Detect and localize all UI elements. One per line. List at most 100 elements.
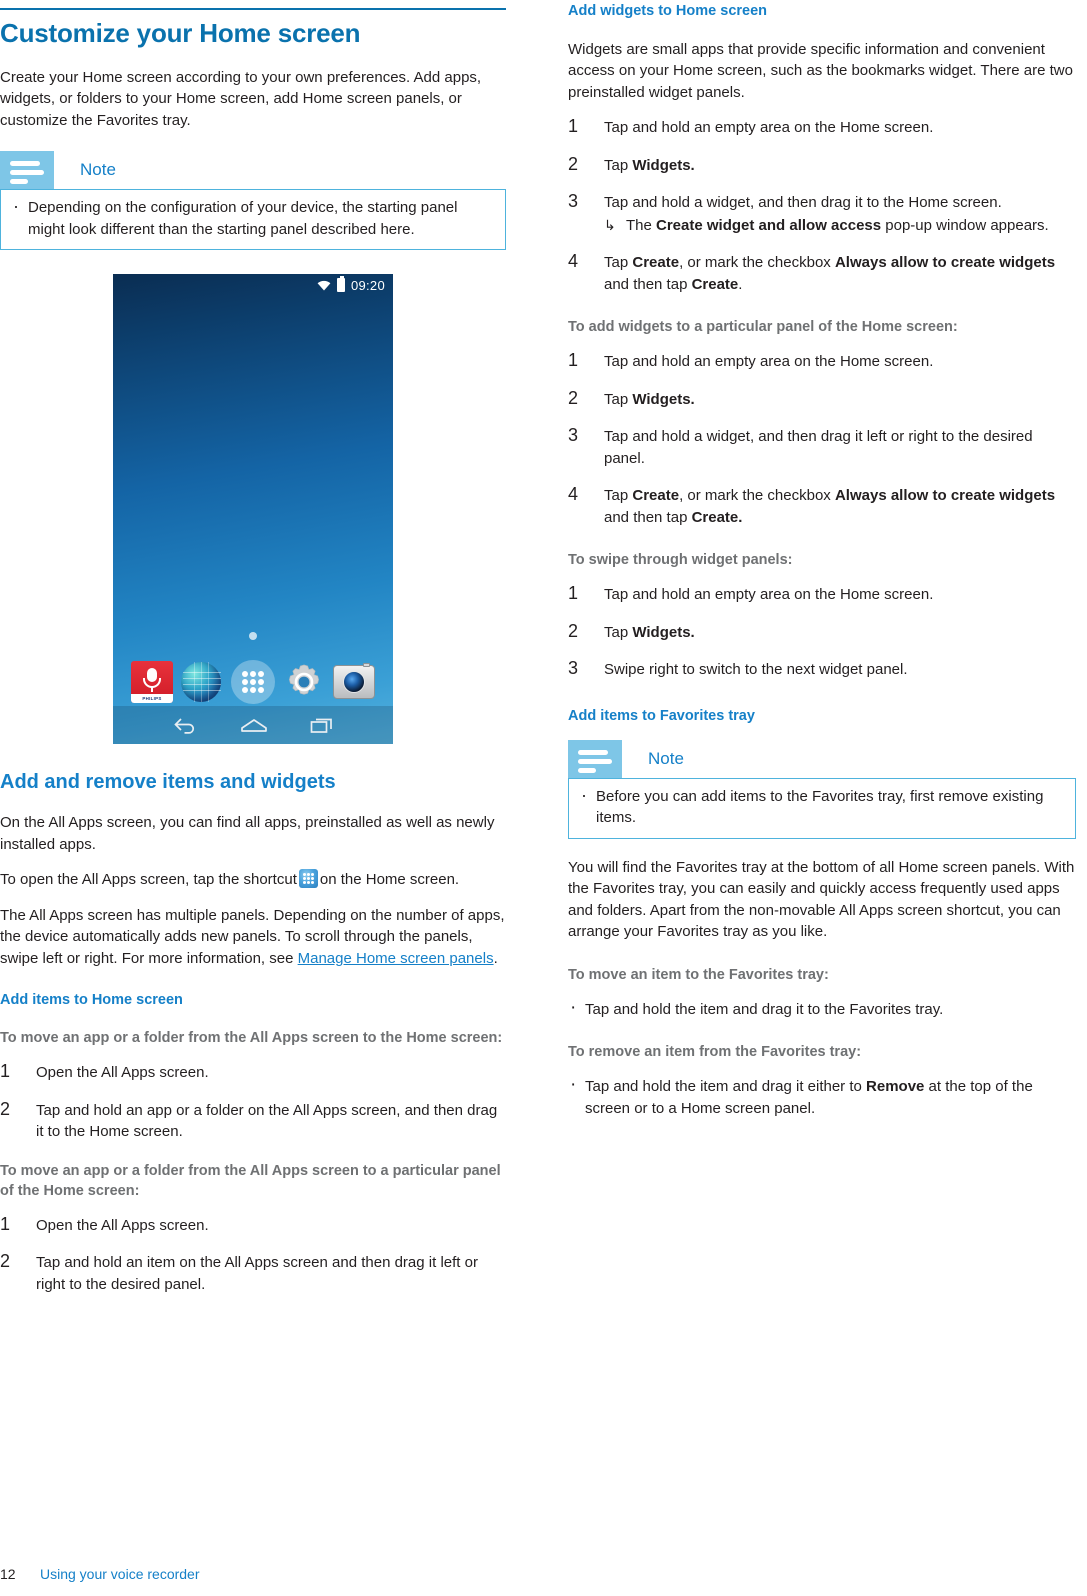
bullet-bold-1: Remove [866,1078,925,1096]
add-remove-paragraph-3: The All Apps screen has multiple panels.… [0,905,506,970]
favorites-tray-paragraph: You will find the Favorites tray at the … [568,858,1075,941]
bullet-item: Tap and hold the item and drag it either… [568,1074,1076,1119]
browser-app-icon[interactable] [181,661,223,703]
step-text-bold: Widgets. [632,623,695,641]
step-item: 1 Tap and hold an empty area on the Home… [568,583,1076,606]
home-nav-icon[interactable] [240,717,268,733]
lead-move-item-to-favorites: To move an item to the Favorites tray: [568,966,829,983]
substep-suffix: pop-up window appears. [881,216,1049,234]
android-nav-bar [113,706,393,745]
step-text: Open the All Apps screen. [36,1216,209,1234]
step-number: 3 [568,658,579,679]
note-item: Depending on the configuration of your d… [11,196,493,240]
step-item: 3 Tap and hold a widget, and then drag i… [568,191,1076,237]
subsection-title-add-widgets: Add widgets to Home screen [568,3,768,19]
bullets-remove-item-from-favorites: Tap and hold the item and drag it either… [568,1074,1076,1119]
step-text: Tap and hold a widget, and then drag it … [604,428,1033,467]
step-text-bold: Widgets. [632,390,695,408]
all-apps-shortcut-icon[interactable] [231,660,275,705]
step-item: 2 Tap Widgets. [568,387,1076,411]
step-substep: ↳ The Create widget and allow access pop-… [604,215,1076,237]
subsection-title-favorites-tray: Add items to Favorites tray [568,707,755,724]
step-item: 2 Tap and hold an app or a folder on the… [0,1098,506,1143]
step-part-1: Tap [604,487,633,505]
all-apps-inline-icon [298,869,318,889]
step-bold-1: Create [632,487,680,505]
step-number: 2 [0,1251,11,1272]
step-text-prefix: Tap [604,623,633,641]
note-item: Before you can add items to the Favorite… [579,785,1063,829]
note-header: Note [0,151,506,190]
philips-brand-label: PHILIPS [131,694,173,704]
steps-swipe-widget-panels: 1 Tap and hold an empty area on the Home… [568,583,1076,681]
lead-add-widgets-particular-panel: To add widgets to a particular panel of … [568,319,958,336]
steps-move-app-to-home: 1 Open the All Apps screen. 2 Tap and ho… [0,1061,506,1143]
manual-page: Customize your Home screen Create your H… [0,0,1087,1596]
step-item: 1 Open the All Apps screen. [0,1214,506,1237]
step-bold-1: Create [632,254,680,272]
add-remove-paragraph-1: On the All Apps screen, you can find all… [0,814,495,853]
add-remove-paragraph-2: To open the All Apps screen, tap the sho… [0,869,506,891]
section-title-add-remove: Add and remove items and widgets [0,771,336,794]
step-item: 4 Tap Create, or mark the checkbox Always… [568,251,1076,295]
back-nav-icon[interactable] [172,716,198,735]
step-text: Swipe right to switch to the next widget… [604,661,908,679]
note-box: Note Depending on the configuration of y… [0,151,506,251]
step-item: 2 Tap Widgets. [568,620,1076,644]
step-number: 2 [0,1098,11,1119]
step-item: 1 Open the All Apps screen. [0,1061,506,1084]
steps-move-app-to-panel: 1 Open the All Apps screen. 2 Tap and ho… [0,1214,506,1296]
step-bold-2: Always allow to create widgets [834,254,1056,272]
step-number: 3 [568,191,579,212]
step-text: Tap and hold an empty area on the Home s… [604,353,934,371]
note-body: Before you can add items to the Favorite… [568,777,1076,839]
note-header: Note [568,739,1076,778]
step-text-prefix: Tap [604,156,633,174]
header-rule [0,8,506,10]
step-number: 2 [568,620,579,641]
step-item: 4 Tap Create, or mark the checkbox Always… [568,484,1076,528]
step-number: 1 [568,583,579,604]
settings-app-icon[interactable] [283,661,325,703]
page-footer: 12 Using your voice recorder [0,1566,506,1582]
note-icon [0,151,54,190]
step-text: Tap and hold an app or a folder on the A… [36,1101,498,1141]
step-number: 4 [568,484,579,505]
step-number: 2 [568,387,579,408]
manage-home-screen-panels-link[interactable]: Manage Home screen panels [298,950,494,967]
footer-page-number: 12 [0,1566,16,1582]
step-text: Tap and hold an item on the All Apps scr… [36,1254,478,1293]
step-number: 2 [568,153,579,174]
open-all-apps-text-before: To open the All Apps screen, tap the sho… [0,871,297,889]
open-all-apps-text-after: on the Home screen. [319,871,460,889]
favorites-tray: PHILIPS [113,656,393,708]
page-indicator-dot [249,632,257,641]
step-part-1: Tap [604,254,633,272]
bullets-move-item-to-favorites: Tap and hold the item and drag it to the… [568,997,1076,1021]
page-title: Customize your Home screen [0,18,361,48]
step-number: 1 [568,350,579,371]
voice-recorder-app-icon[interactable]: PHILIPS [131,661,173,704]
note-body: Depending on the configuration of your d… [0,189,506,251]
step-text: Tap and hold an empty area on the Home s… [604,586,934,604]
step-item: 2 Tap and hold an item on the All Apps s… [0,1251,506,1295]
status-bar-time: 09:20 [350,277,385,293]
substep-arrow-icon: ↳ [604,216,616,233]
step-part-3: and then tap [604,508,692,526]
step-bold-2: Always allow to create widgets [834,487,1056,505]
camera-app-icon[interactable] [333,661,375,703]
step-part-3: and then tap [604,275,692,293]
note-box: Note Before you can add items to the Fav… [568,739,1076,839]
lead-remove-item-from-favorites: To remove an item from the Favorites tra… [568,1044,862,1061]
lead-move-app-to-panel: To move an app or a folder from the All … [0,1162,501,1199]
bullet-item: Tap and hold the item and drag it to the… [568,997,1076,1021]
step-text-bold: Widgets. [632,156,695,174]
step-bold-3: Create. [691,508,743,526]
note-icon [568,739,622,778]
lead-swipe-widget-panels: To swipe through widget panels: [568,552,793,569]
step-number: 4 [568,251,579,272]
step-number: 3 [568,425,579,446]
wifi-icon [317,280,331,291]
step-part-4: . [738,275,743,293]
recents-nav-icon[interactable] [310,716,334,734]
